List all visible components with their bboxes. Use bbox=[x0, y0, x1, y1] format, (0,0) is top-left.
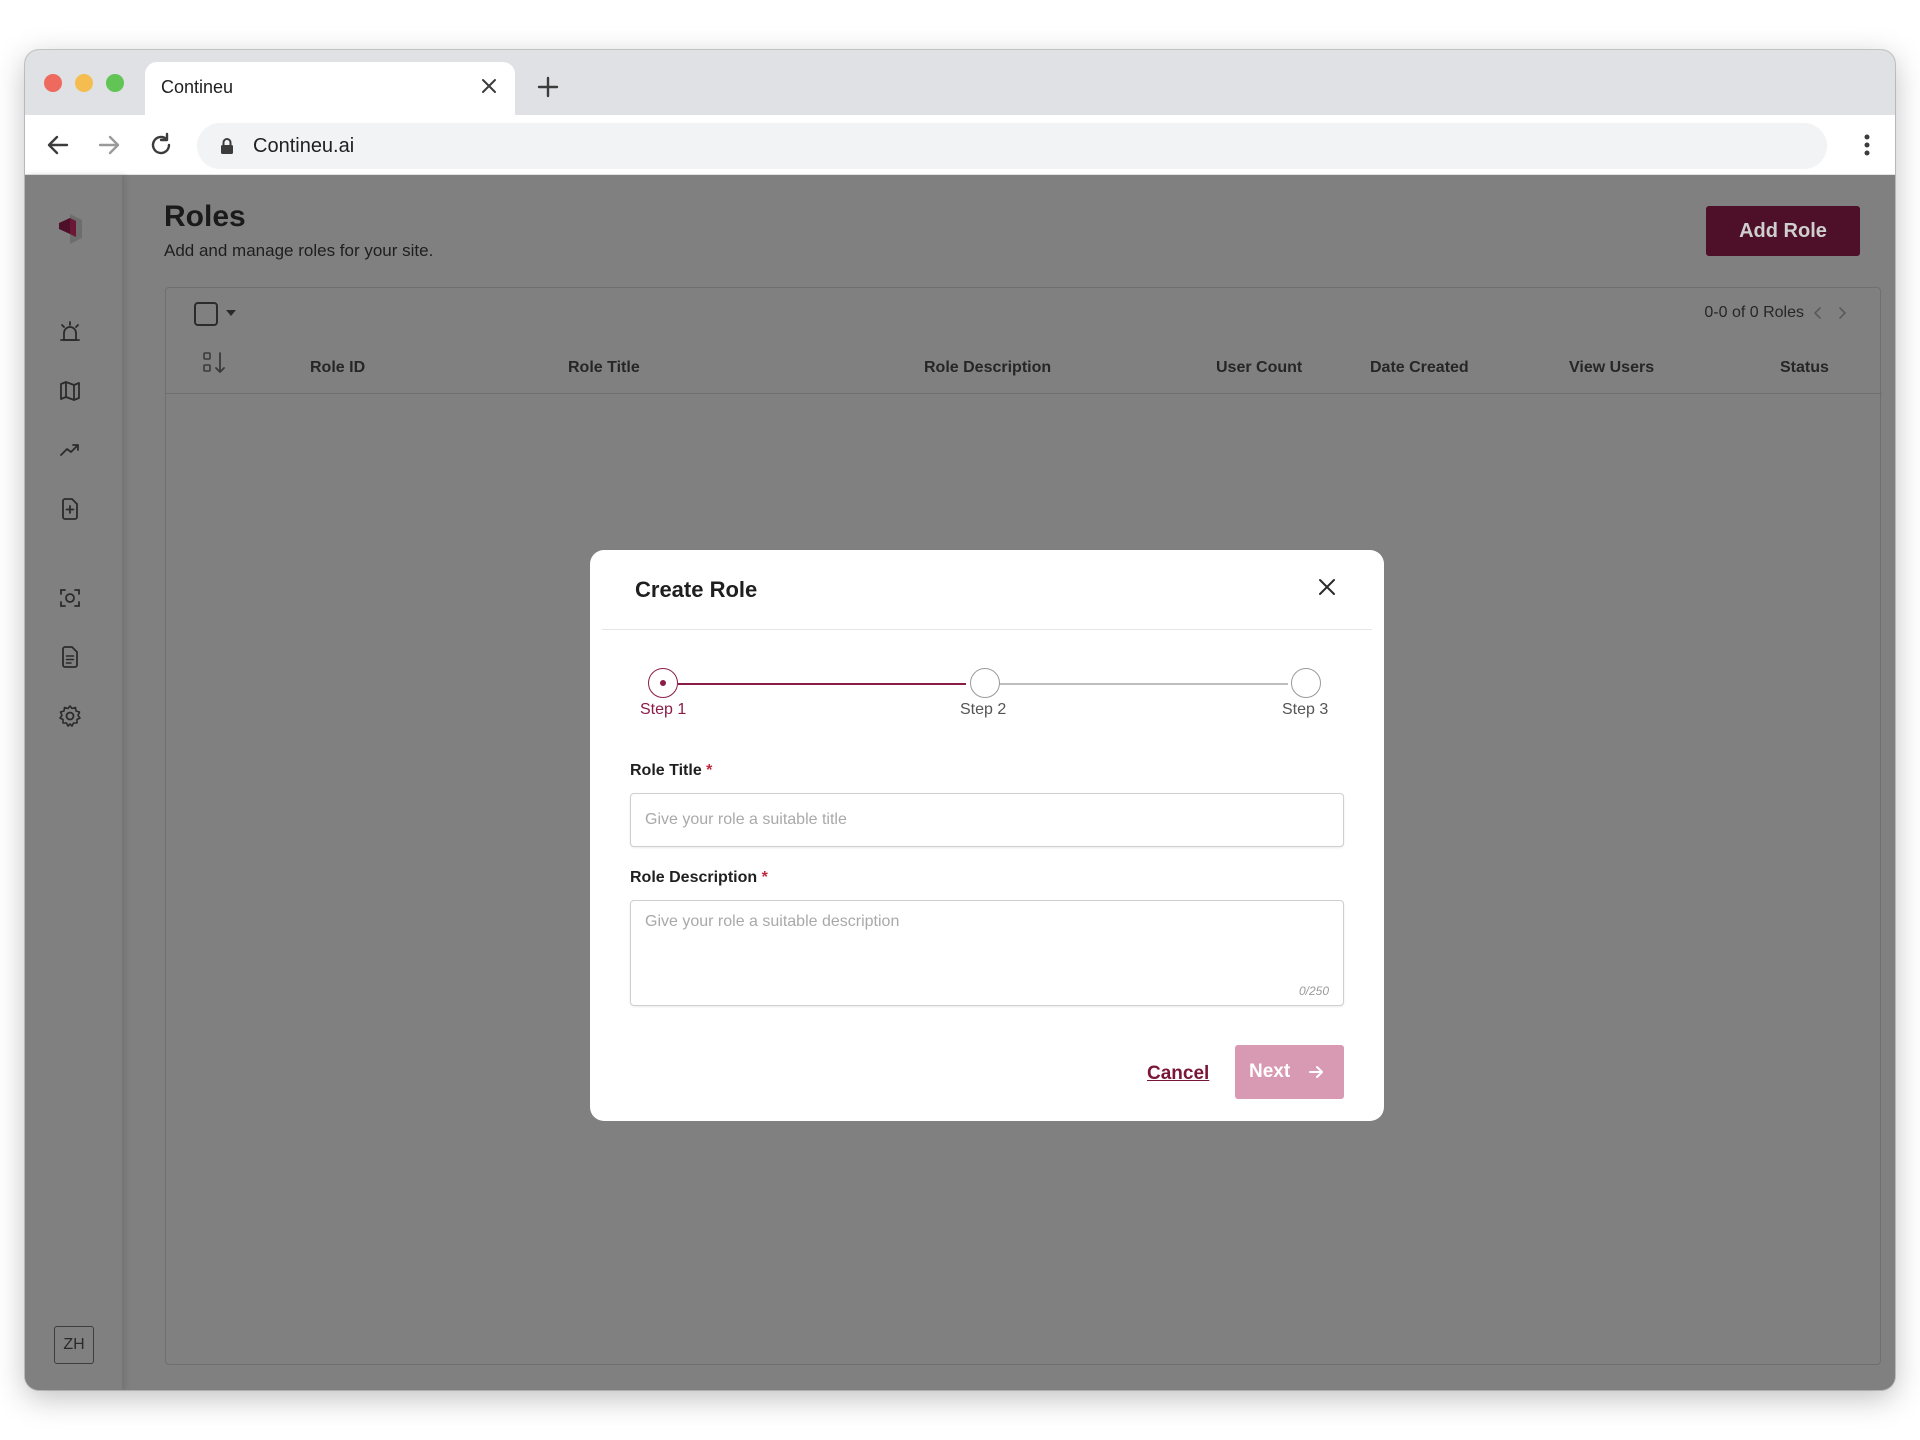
arrow-right-icon bbox=[1307, 1063, 1325, 1081]
role-description-label: Role Description * bbox=[630, 869, 768, 887]
add-document-icon[interactable] bbox=[57, 496, 83, 522]
page-subtitle: Add and manage roles for your site. bbox=[164, 241, 434, 260]
close-window-button[interactable] bbox=[44, 74, 62, 92]
tab-strip: Contineu bbox=[25, 50, 1895, 115]
page-title: Roles bbox=[164, 200, 246, 233]
step-active-dot bbox=[659, 679, 666, 686]
role-description-label-text: Role Description bbox=[630, 869, 758, 886]
map-icon[interactable] bbox=[57, 378, 83, 404]
required-marker: * bbox=[706, 762, 713, 779]
close-icon[interactable] bbox=[477, 74, 501, 98]
modal-divider bbox=[602, 629, 1372, 630]
minimize-window-button[interactable] bbox=[75, 74, 93, 92]
back-arrow-icon[interactable] bbox=[44, 131, 72, 159]
role-title-input[interactable] bbox=[630, 793, 1344, 847]
column-header-date-created[interactable]: Date Created bbox=[1370, 359, 1469, 377]
step-1-label: Step 1 bbox=[640, 701, 687, 718]
add-role-button[interactable]: Add Role bbox=[1706, 206, 1860, 256]
column-header-status[interactable]: Status bbox=[1780, 359, 1829, 377]
chevron-right-icon[interactable] bbox=[1834, 305, 1850, 321]
avatar[interactable]: ZH bbox=[54, 1326, 94, 1364]
role-title-label-text: Role Title bbox=[630, 762, 702, 779]
alarm-icon[interactable] bbox=[57, 319, 83, 345]
modal-title: Create Role bbox=[635, 577, 758, 602]
trending-up-icon[interactable] bbox=[57, 437, 83, 463]
sort-icon[interactable] bbox=[202, 350, 228, 376]
maximize-window-button[interactable] bbox=[106, 74, 124, 92]
role-description-textarea[interactable] bbox=[630, 900, 1344, 1006]
url-text: Contineu.ai bbox=[253, 135, 355, 157]
sidebar: ZH bbox=[25, 175, 123, 1390]
step-2-label: Step 2 bbox=[960, 701, 1007, 718]
step-connector bbox=[678, 683, 966, 685]
cancel-button[interactable]: Cancel bbox=[1147, 1063, 1209, 1085]
select-all-checkbox[interactable] bbox=[194, 302, 218, 326]
step-2-indicator[interactable] bbox=[970, 668, 1000, 698]
step-3-label: Step 3 bbox=[1282, 701, 1329, 718]
reload-icon[interactable] bbox=[147, 131, 175, 159]
close-icon[interactable] bbox=[1314, 574, 1340, 600]
char-counter: 0/250 bbox=[1299, 984, 1330, 998]
column-header-role-id[interactable]: Role ID bbox=[310, 359, 365, 377]
column-header-user-count[interactable]: User Count bbox=[1216, 359, 1302, 377]
table-header: Role ID Role Title Role Description User… bbox=[166, 340, 1882, 394]
browser-window: Contineu Contineu.ai ZH Roles Add and ma… bbox=[25, 50, 1895, 1390]
browser-tab[interactable]: Contineu bbox=[145, 62, 515, 115]
pagination-text: 0-0 of 0 Roles bbox=[1704, 304, 1804, 321]
column-header-role-title[interactable]: Role Title bbox=[568, 359, 640, 377]
column-header-view-users[interactable]: View Users bbox=[1569, 359, 1654, 377]
plus-icon[interactable] bbox=[535, 74, 561, 100]
address-bar[interactable]: Contineu.ai bbox=[197, 123, 1827, 169]
gear-icon[interactable] bbox=[57, 703, 83, 729]
logo-icon[interactable] bbox=[49, 208, 91, 250]
next-button[interactable]: Next bbox=[1235, 1045, 1344, 1099]
face-scan-icon[interactable] bbox=[57, 585, 83, 611]
step-connector bbox=[996, 683, 1288, 685]
lock-icon bbox=[219, 137, 235, 155]
forward-arrow-icon[interactable] bbox=[95, 131, 123, 159]
chevron-down-icon[interactable] bbox=[226, 310, 236, 316]
required-marker: * bbox=[761, 869, 768, 886]
next-label: Next bbox=[1249, 1061, 1291, 1082]
document-icon[interactable] bbox=[57, 644, 83, 670]
more-vert-icon[interactable] bbox=[1863, 131, 1871, 159]
role-title-label: Role Title * bbox=[630, 762, 712, 780]
chevron-left-icon[interactable] bbox=[1810, 305, 1826, 321]
browser-toolbar: Contineu.ai bbox=[25, 115, 1895, 175]
step-1-indicator[interactable] bbox=[648, 668, 678, 698]
step-3-indicator[interactable] bbox=[1291, 668, 1321, 698]
tab-title: Contineu bbox=[161, 77, 234, 97]
column-header-role-description[interactable]: Role Description bbox=[924, 359, 1051, 377]
create-role-modal: Create Role Step 1 Step 2 Step 3 Role Ti… bbox=[590, 550, 1384, 1121]
